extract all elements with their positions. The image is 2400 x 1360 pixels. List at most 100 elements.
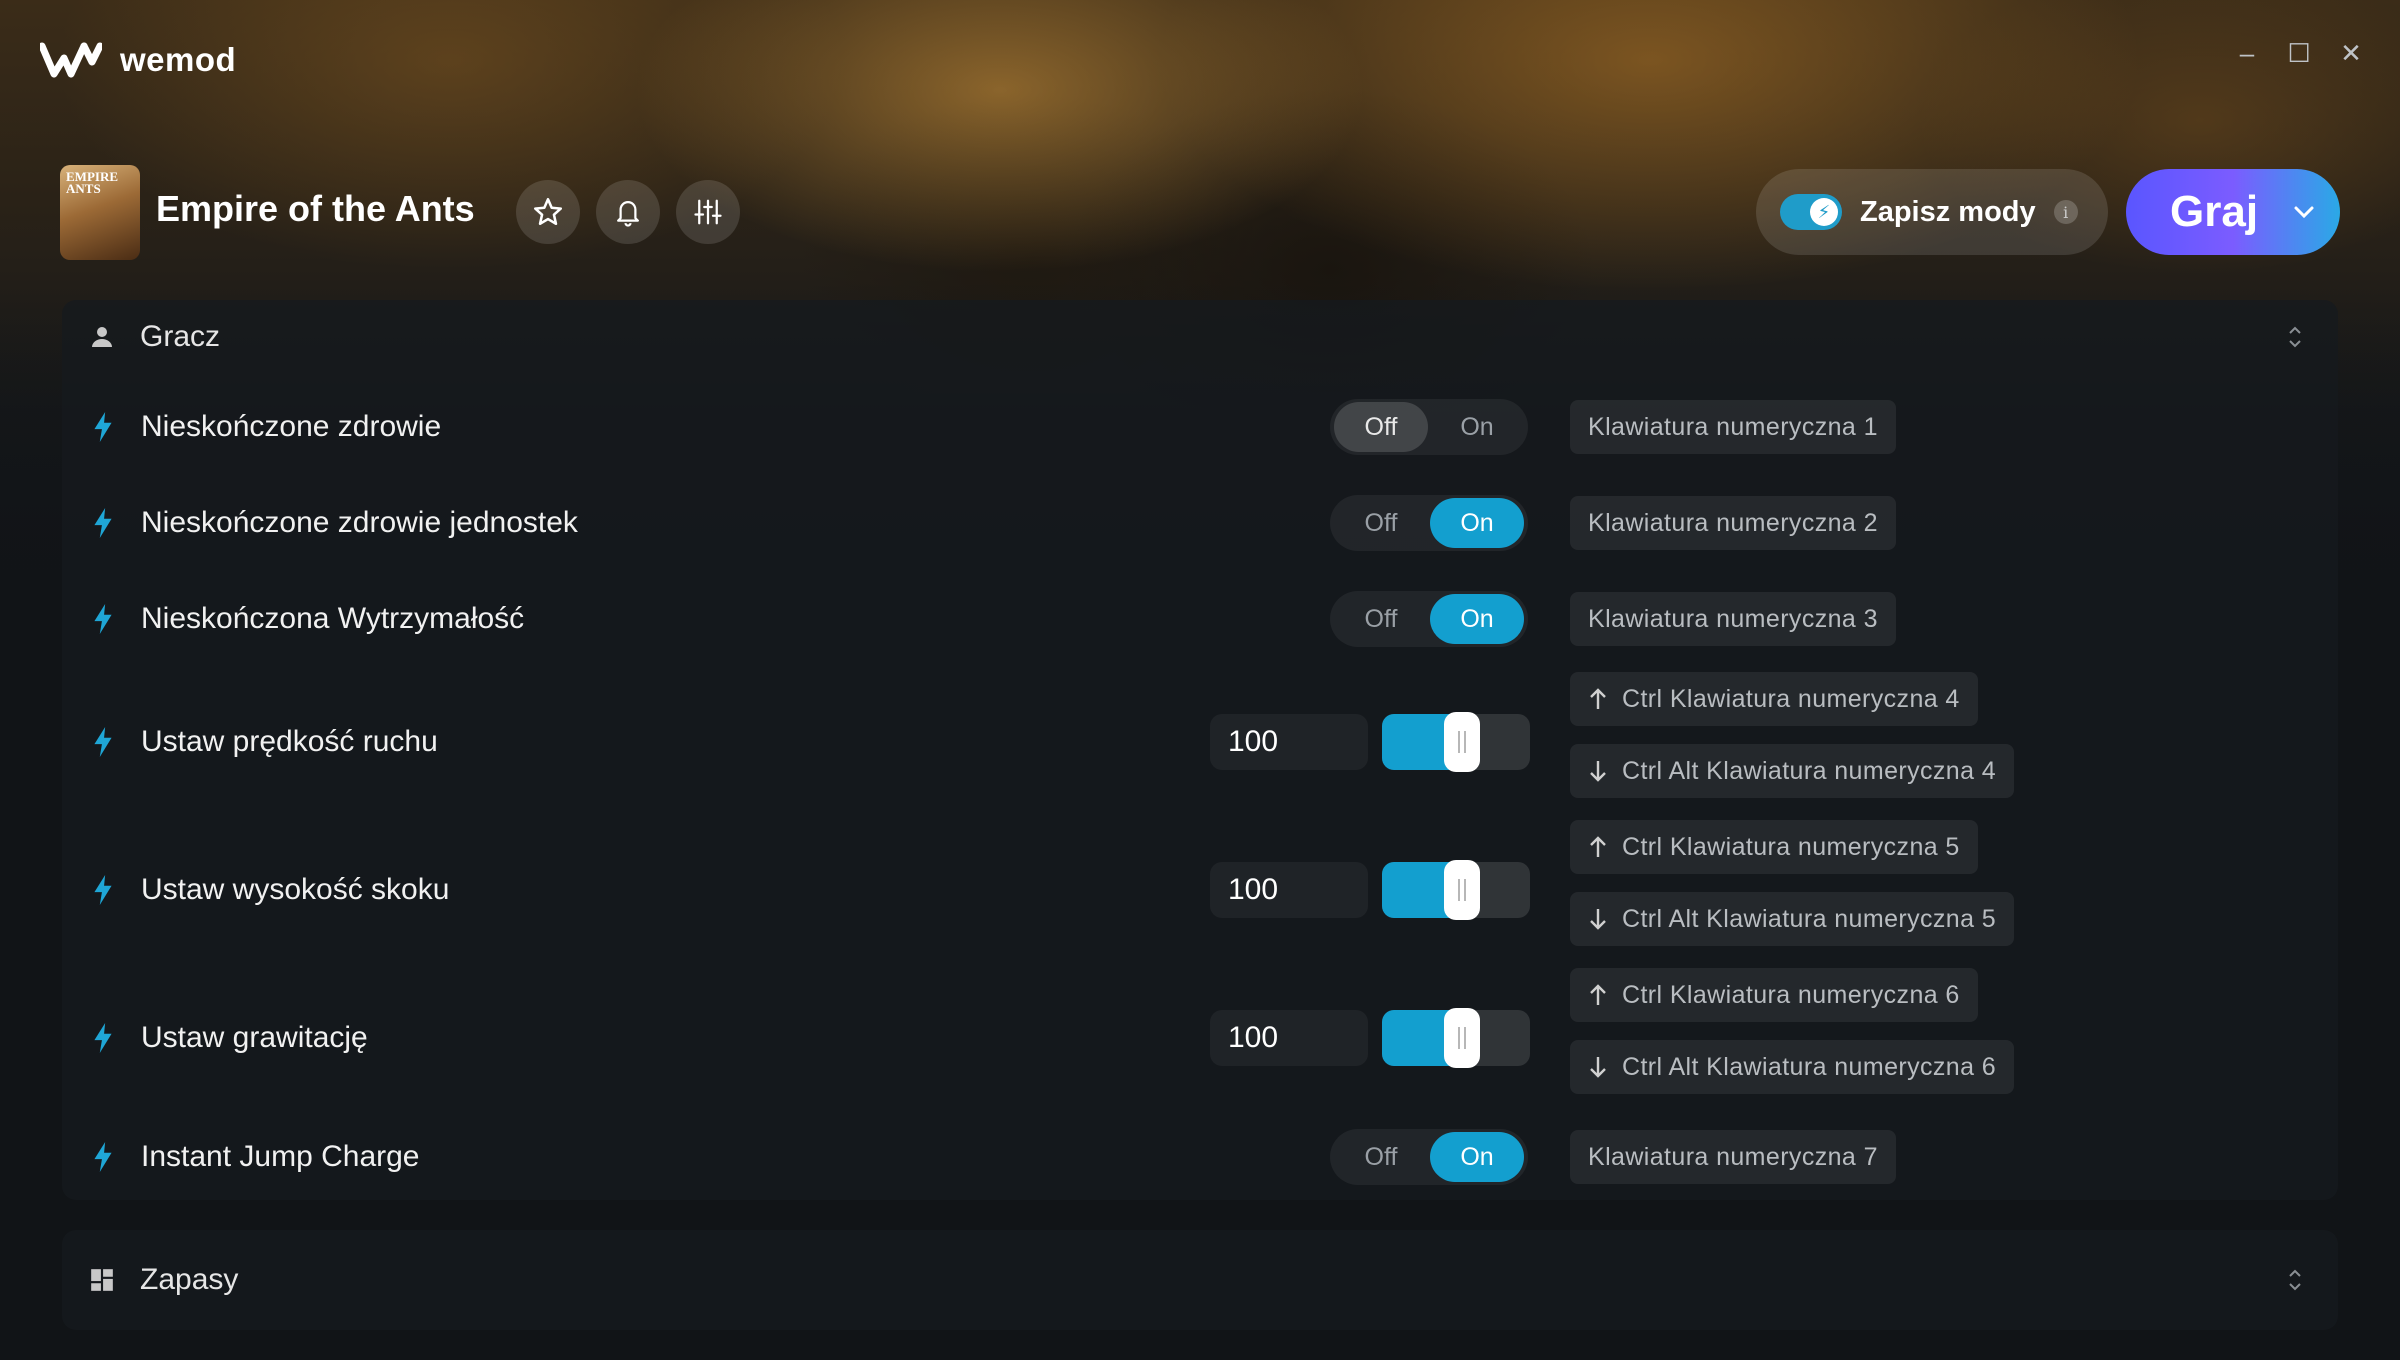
- bolt-icon: [94, 508, 112, 538]
- game-thumbnail-logo: EMPIRE ANTS: [66, 169, 118, 196]
- value-input[interactable]: 100: [1210, 1010, 1368, 1066]
- hotkey-label: Ctrl Klawiatura numeryczna 5: [1622, 832, 1960, 861]
- hotkey-label: Klawiatura numeryczna 2: [1588, 508, 1878, 537]
- hotkey-button[interactable]: Klawiatura numeryczna 1: [1570, 400, 1896, 454]
- bolt-icon: [94, 1023, 112, 1053]
- category-title: Gracz: [140, 320, 221, 353]
- hotkey-button[interactable]: Klawiatura numeryczna 7: [1570, 1130, 1896, 1184]
- hotkey-label: Ctrl Alt Klawiatura numeryczna 6: [1622, 1052, 1997, 1081]
- notifications-button[interactable]: [596, 180, 660, 244]
- category-panel-zapasy: Zapasy: [62, 1230, 2338, 1330]
- app-logo: wemod: [40, 40, 236, 80]
- hotkey-button[interactable]: Klawiatura numeryczna 3: [1570, 592, 1896, 646]
- hotkey-label: Ctrl Alt Klawiatura numeryczna 4: [1622, 756, 1997, 785]
- play-label: Graj: [2170, 187, 2259, 236]
- collapse-icon[interactable]: [2282, 324, 2308, 350]
- star-icon: [533, 197, 563, 226]
- hotkey-increase-button[interactable]: Ctrl Klawiatura numeryczna 4: [1570, 672, 1978, 726]
- hotkey-decrease-button[interactable]: Ctrl Alt Klawiatura numeryczna 4: [1570, 744, 2015, 798]
- save-mods-button[interactable]: ⚡ Zapisz mody i: [1756, 169, 2108, 255]
- collapse-icon[interactable]: [2282, 1267, 2308, 1293]
- value-slider[interactable]: [1382, 860, 1530, 920]
- hotkey-label: Klawiatura numeryczna 7: [1588, 1142, 1878, 1171]
- sliders-icon: [694, 199, 722, 225]
- mod-name: Nieskończona Wytrzymałość: [141, 602, 525, 635]
- category-header-zapasy[interactable]: Zapasy: [62, 1245, 2338, 1315]
- game-thumbnail: EMPIRE ANTS: [60, 165, 140, 260]
- mod-row: Ustaw wysokość skoku 100 Ctrl Klawiatura…: [62, 820, 2338, 960]
- bell-icon: [617, 201, 639, 227]
- mod-row: Ustaw grawitację 100 Ctrl Klawiatura num…: [62, 968, 2338, 1108]
- grid-icon: [88, 1266, 116, 1294]
- toggle-off[interactable]: Off: [1334, 594, 1428, 644]
- mod-row: Nieskończona Wytrzymałość Off On Klawiat…: [62, 582, 2338, 656]
- bolt-icon: [94, 727, 112, 757]
- value-text: 100: [1228, 873, 1279, 906]
- page-title: Empire of the Ants: [156, 188, 475, 229]
- mod-name: Ustaw wysokość skoku: [141, 873, 450, 906]
- arrow-up-icon: [1588, 834, 1610, 860]
- mod-name: Ustaw prędkość ruchu: [141, 725, 438, 758]
- slider-thumb[interactable]: [1444, 860, 1481, 920]
- wemod-logo-icon: [40, 42, 102, 78]
- hotkey-button[interactable]: Klawiatura numeryczna 2: [1570, 496, 1896, 550]
- slider-thumb[interactable]: [1444, 712, 1481, 772]
- play-button[interactable]: Graj: [2126, 169, 2340, 255]
- bolt-icon: [94, 604, 112, 634]
- hotkey-increase-button[interactable]: Ctrl Klawiatura numeryczna 5: [1570, 820, 1978, 874]
- game-settings-button[interactable]: [676, 180, 740, 244]
- value-input[interactable]: 100: [1210, 862, 1368, 918]
- toggle-off[interactable]: Off: [1334, 402, 1428, 452]
- mod-row: Ustaw prędkość ruchu 100 Ctrl Klawiatura…: [62, 672, 2338, 812]
- hotkey-label: Ctrl Klawiatura numeryczna 6: [1622, 980, 1960, 1009]
- hotkey-decrease-button[interactable]: Ctrl Alt Klawiatura numeryczna 6: [1570, 1040, 2015, 1094]
- value-input[interactable]: 100: [1210, 714, 1368, 770]
- arrow-up-icon: [1588, 686, 1610, 712]
- favorite-button[interactable]: [516, 180, 580, 244]
- toggle-on[interactable]: On: [1430, 594, 1524, 644]
- toggle-on[interactable]: On: [1430, 498, 1524, 548]
- toggle-on[interactable]: On: [1430, 1132, 1524, 1182]
- hotkey-label: Ctrl Alt Klawiatura numeryczna 5: [1622, 904, 1997, 933]
- toggle-on[interactable]: On: [1430, 402, 1524, 452]
- arrow-up-icon: [1588, 982, 1610, 1008]
- hotkey-increase-button[interactable]: Ctrl Klawiatura numeryczna 6: [1570, 968, 1978, 1022]
- window-controls: – ☐ ✕: [2234, 38, 2364, 68]
- info-icon[interactable]: i: [2053, 200, 2078, 224]
- arrow-down-icon: [1588, 1054, 1610, 1080]
- save-mods-toggle[interactable]: ⚡: [1780, 194, 1842, 230]
- arrow-down-icon: [1588, 758, 1610, 784]
- mod-row: Instant Jump Charge Off On Klawiatura nu…: [62, 1120, 2338, 1194]
- toggle-off[interactable]: Off: [1334, 1132, 1428, 1182]
- category-title: Zapasy: [140, 1263, 239, 1296]
- mod-toggle[interactable]: Off On: [1330, 399, 1528, 455]
- mod-toggle[interactable]: Off On: [1330, 1129, 1528, 1185]
- value-text: 100: [1228, 725, 1279, 758]
- mod-name: Nieskończone zdrowie: [141, 410, 442, 443]
- hotkey-decrease-button[interactable]: Ctrl Alt Klawiatura numeryczna 5: [1570, 892, 2015, 946]
- chevron-down-icon[interactable]: [2284, 192, 2324, 232]
- hotkey-label: Klawiatura numeryczna 1: [1588, 412, 1878, 441]
- minimize-icon[interactable]: –: [2234, 38, 2260, 68]
- category-header-gracz[interactable]: Gracz: [62, 302, 2338, 372]
- mod-name: Instant Jump Charge: [141, 1140, 420, 1173]
- mod-toggle[interactable]: Off On: [1330, 495, 1528, 551]
- arrow-down-icon: [1588, 906, 1610, 932]
- save-mods-label: Zapisz mody: [1860, 195, 2036, 228]
- bolt-icon: [94, 875, 112, 905]
- value-slider[interactable]: [1382, 1008, 1530, 1068]
- maximize-icon[interactable]: ☐: [2286, 38, 2312, 68]
- mod-toggle[interactable]: Off On: [1330, 591, 1528, 647]
- value-text: 100: [1228, 1021, 1279, 1054]
- user-icon: [88, 323, 116, 351]
- value-slider[interactable]: [1382, 712, 1530, 772]
- slider-thumb[interactable]: [1444, 1008, 1481, 1068]
- toggle-off[interactable]: Off: [1334, 498, 1428, 548]
- close-icon[interactable]: ✕: [2338, 38, 2364, 68]
- mod-name: Nieskończone zdrowie jednostek: [141, 506, 578, 539]
- lightning-icon: ⚡: [1810, 198, 1838, 226]
- app-name: wemod: [120, 41, 237, 78]
- bolt-icon: [94, 1142, 112, 1172]
- mod-row: Nieskończone zdrowie Off On Klawiatura n…: [62, 390, 2338, 464]
- mod-name: Ustaw grawitację: [141, 1021, 368, 1054]
